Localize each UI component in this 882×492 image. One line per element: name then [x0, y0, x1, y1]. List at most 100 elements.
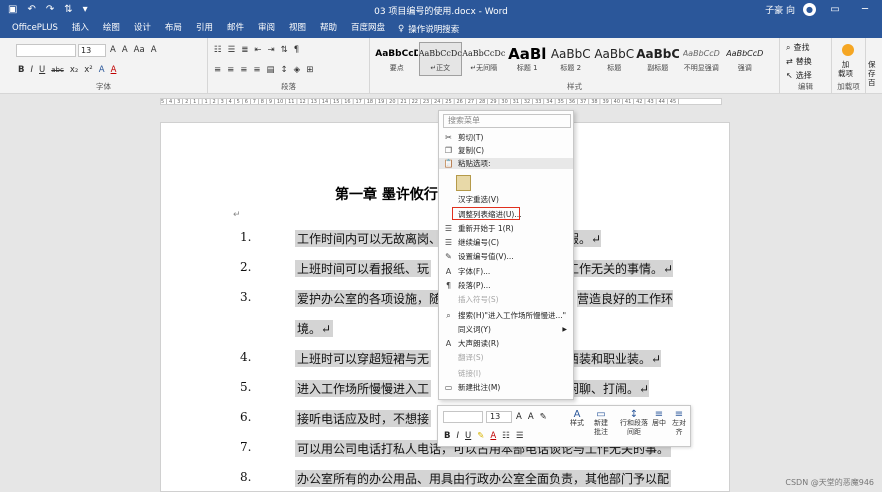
- dropdown-icon[interactable]: ▾: [83, 4, 88, 15]
- shrink-font-icon[interactable]: A: [122, 45, 128, 55]
- menu-item-new-comment[interactable]: ▭ 新建批注(M): [439, 382, 573, 393]
- tab-draw[interactable]: 绘图: [96, 19, 127, 38]
- format-painter-icon[interactable]: ✎: [540, 412, 547, 422]
- mini-styles-button[interactable]: A 样式: [570, 410, 584, 428]
- menu-item-restart-at-1[interactable]: ☰ 重新开始于 1(R): [439, 223, 573, 234]
- menu-item-search[interactable]: ⌕ 搜索(H)"进入工作场所慢慢进...": [439, 310, 573, 321]
- avatar[interactable]: ●: [803, 3, 816, 16]
- replace-button[interactable]: ⇄ 替换: [786, 56, 812, 67]
- mini-line-spacing-button[interactable]: ↕ 行和段落 间距: [620, 410, 648, 437]
- style-title[interactable]: AaBbC 标题: [593, 42, 637, 76]
- menu-item-reconvert[interactable]: 汉字重选(V): [439, 194, 573, 205]
- mini-bullets-icon[interactable]: ☷: [502, 431, 510, 441]
- menu-item-read-aloud[interactable]: A 大声朗读(R): [439, 338, 573, 349]
- mini-left-align-button[interactable]: ≡ 左对 齐: [672, 410, 686, 437]
- tab-baidu-netdisk[interactable]: 百度网盘: [344, 19, 392, 38]
- user-name[interactable]: 子豪 向: [765, 3, 795, 16]
- multilevel-list-icon[interactable]: ≣: [241, 45, 248, 55]
- style-normal[interactable]: AaBbCcDc ↵正文: [418, 42, 462, 76]
- increase-indent-icon[interactable]: ⇥: [268, 45, 275, 55]
- mini-center-button[interactable]: ≡ 居中: [652, 410, 666, 428]
- menu-item-synonyms[interactable]: 同义词(Y) ▶: [439, 324, 573, 335]
- tab-mailings[interactable]: 邮件: [220, 19, 251, 38]
- mini-numbering-icon[interactable]: ☰: [516, 431, 524, 441]
- line-spacing-icon[interactable]: ↕: [281, 65, 288, 75]
- italic-button[interactable]: I: [30, 65, 33, 75]
- bullets-icon[interactable]: ☷: [214, 45, 222, 55]
- underline-button[interactable]: U: [39, 65, 45, 75]
- borders-icon[interactable]: ⊞: [306, 65, 313, 75]
- menu-item-continue-numbering[interactable]: ☰ 继续编号(C): [439, 237, 573, 248]
- tab-review[interactable]: 审阅: [251, 19, 282, 38]
- font-size-box[interactable]: 13: [78, 44, 106, 57]
- horizontal-ruler[interactable]: 5 | 4 | 3 | 2 | 1 | | 1 | 2 | 3 | 4 | 5 …: [160, 98, 722, 105]
- mini-row-2: B I U ✎ A ☷ ☰: [444, 431, 523, 441]
- decrease-indent-icon[interactable]: ⇤: [254, 45, 261, 55]
- grow-font-icon[interactable]: A: [516, 412, 522, 422]
- subscript-button[interactable]: x₂: [70, 65, 78, 75]
- select-button[interactable]: ↖ 选择: [786, 70, 812, 81]
- align-left-icon[interactable]: ≡: [214, 65, 221, 75]
- paste-keep-text-icon[interactable]: [456, 175, 471, 191]
- mini-bold-button[interactable]: B: [444, 431, 450, 441]
- find-button[interactable]: ⌕ 查找: [786, 42, 812, 53]
- context-menu-search[interactable]: 搜索菜单: [443, 114, 571, 128]
- grow-font-icon[interactable]: A: [110, 45, 116, 55]
- save-baidu-label[interactable]: 保 存百: [868, 60, 882, 87]
- tell-me-search[interactable]: ♀ 操作说明搜索: [398, 23, 459, 35]
- clear-format-icon[interactable]: A: [151, 45, 157, 55]
- tab-layout[interactable]: 布局: [158, 19, 189, 38]
- style-emphasis[interactable]: AaBbCcD 强调: [723, 42, 767, 76]
- tab-view[interactable]: 视图: [282, 19, 313, 38]
- align-right-icon[interactable]: ≡: [240, 65, 247, 75]
- scissors-icon: ✂: [445, 133, 452, 142]
- style-key-point[interactable]: AaBbCcD 要点: [375, 42, 419, 76]
- mini-font-color-button[interactable]: A: [490, 431, 496, 441]
- undo-icon[interactable]: ↶: [27, 4, 35, 15]
- redo-icon[interactable]: ↷: [46, 4, 54, 15]
- addin-icon[interactable]: [842, 44, 854, 56]
- strikethrough-button[interactable]: abc: [51, 66, 64, 74]
- sort-icon[interactable]: ⇅: [281, 45, 288, 55]
- save-icon[interactable]: ▣: [8, 4, 17, 15]
- menu-item-paragraph[interactable]: ¶ 段落(P)...: [439, 280, 573, 291]
- mini-underline-button[interactable]: U: [465, 431, 471, 441]
- mini-new-comment-button[interactable]: ▭ 新建 批注: [594, 410, 608, 437]
- mini-italic-button[interactable]: I: [456, 431, 459, 441]
- menu-item-label: 插入符号(S): [458, 295, 499, 304]
- ribbon: 13 A A Aa A B I U abc x₂ x² A A 字体 ☷ ☰ ≣…: [0, 38, 882, 94]
- mini-font-name-box[interactable]: [443, 411, 483, 423]
- font-name-box[interactable]: [16, 44, 76, 57]
- ribbon-display-icon[interactable]: ▭: [824, 0, 846, 19]
- style-heading-1[interactable]: AaBl 标题 1: [506, 42, 550, 76]
- style-subtle-emphasis[interactable]: AaBbCcD 不明显强调: [680, 42, 724, 76]
- shading-icon[interactable]: ◈: [294, 65, 301, 75]
- numbering-icon[interactable]: ☰: [228, 45, 236, 55]
- minimize-icon[interactable]: ─: [854, 0, 876, 19]
- change-case-icon[interactable]: Aa: [134, 45, 145, 55]
- text-effects-button[interactable]: A: [99, 65, 105, 75]
- distributed-icon[interactable]: ▤: [267, 65, 275, 75]
- style-no-spacing[interactable]: AaBbCcDc ↵无间隔: [462, 42, 506, 76]
- mini-font-size-box[interactable]: 13: [486, 411, 512, 423]
- show-marks-icon[interactable]: ¶: [294, 45, 299, 55]
- font-color-button[interactable]: A: [111, 65, 117, 75]
- menu-item-font[interactable]: A 字体(F)...: [439, 266, 573, 277]
- menu-item-cut[interactable]: ✂ 剪切(T): [439, 132, 573, 143]
- style-subtitle[interactable]: AaBbC 副标题: [636, 42, 680, 76]
- tab-insert[interactable]: 插入: [65, 19, 96, 38]
- tab-help[interactable]: 帮助: [313, 19, 344, 38]
- superscript-button[interactable]: x²: [84, 65, 92, 75]
- align-center-icon[interactable]: ≡: [227, 65, 234, 75]
- justify-icon[interactable]: ≡: [253, 65, 260, 75]
- tab-references[interactable]: 引用: [189, 19, 220, 38]
- bold-button[interactable]: B: [18, 65, 24, 75]
- tab-officeplus[interactable]: OfficePLUS: [0, 19, 65, 38]
- shrink-font-icon[interactable]: A: [528, 412, 534, 422]
- menu-item-set-numbering-value[interactable]: ✎ 设置编号值(V)...: [439, 251, 573, 262]
- highlight-icon[interactable]: ✎: [477, 431, 484, 441]
- style-heading-2[interactable]: AaBbC 标题 2: [549, 42, 593, 76]
- tab-design[interactable]: 设计: [127, 19, 158, 38]
- customize-icon[interactable]: ⇅: [64, 4, 72, 15]
- menu-item-copy[interactable]: ❐ 复制(C): [439, 145, 573, 156]
